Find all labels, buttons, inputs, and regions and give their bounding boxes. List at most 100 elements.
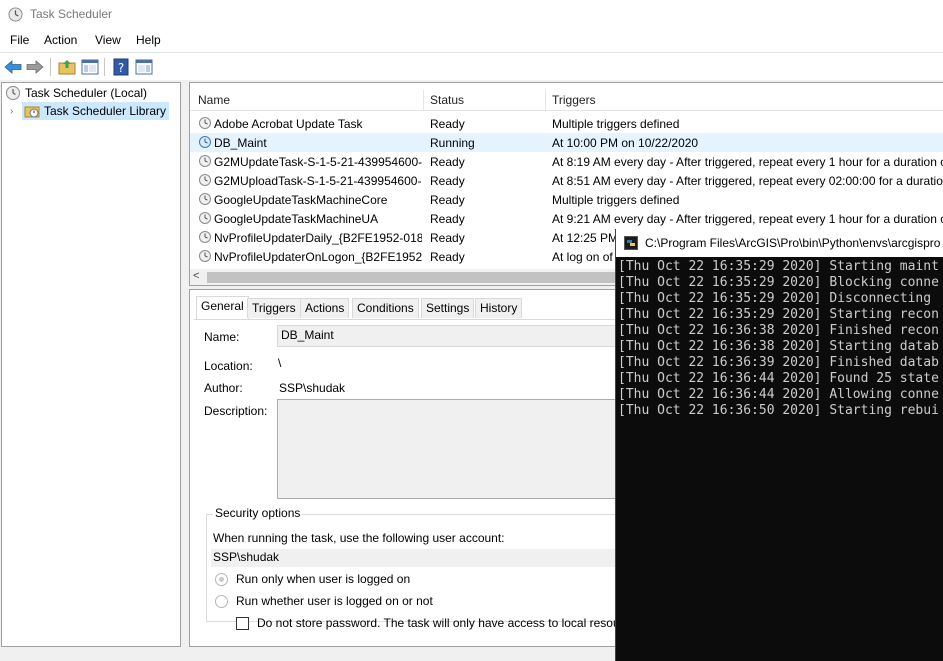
task-status: Ready (430, 212, 465, 226)
menu-bar: File Action View Help (0, 30, 943, 52)
tab-conditions[interactable]: Conditions (352, 298, 419, 318)
back-arrow-icon[interactable] (3, 57, 23, 77)
title-bar: Task Scheduler (0, 0, 943, 30)
svg-text:?: ? (118, 61, 124, 75)
console-title: C:\Program Files\ArcGIS\Pro\bin\Python\e… (645, 236, 941, 250)
tree-item-task-scheduler-local[interactable]: Task Scheduler (Local) (5, 84, 147, 102)
task-triggers: Multiple triggers defined (552, 117, 680, 131)
column-divider[interactable] (545, 90, 546, 111)
task-status: Ready (430, 231, 465, 245)
forward-arrow-icon[interactable] (25, 57, 45, 77)
menu-help[interactable]: Help (136, 33, 161, 47)
menu-file[interactable]: File (10, 33, 29, 47)
task-triggers: At 8:19 AM every day - After triggered, … (552, 155, 943, 169)
task-name: NvProfileUpdaterDaily_{B2FE1952-018... (214, 231, 422, 245)
name-field[interactable]: DB_Maint (277, 325, 617, 347)
security-options-legend: Security options (213, 506, 303, 520)
task-name: DB_Maint (214, 136, 267, 150)
task-scheduler-clock-icon (8, 7, 23, 22)
tree-item-label: Task Scheduler Library (44, 104, 167, 118)
task-clock-icon (199, 250, 211, 262)
console-window[interactable]: C:\Program Files\ArcGIS\Pro\bin\Python\e… (615, 229, 943, 661)
table-row[interactable]: G2MUploadTask-S-1-5-21-439954600-... Rea… (190, 171, 943, 190)
table-row[interactable]: GoogleUpdateTaskMachineUA Ready At 9:21 … (190, 209, 943, 228)
window-title: Task Scheduler (30, 7, 113, 21)
tree-item-label: Task Scheduler (Local) (25, 86, 148, 100)
tab-actions[interactable]: Actions (300, 298, 350, 318)
task-clock-icon (199, 174, 211, 186)
tab-general[interactable]: General (196, 296, 249, 320)
radio-run-only-logged-on-label[interactable]: Run only when user is logged on (236, 572, 410, 586)
toolbar-separator (104, 58, 105, 76)
task-name: G2MUpdateTask-S-1-5-21-439954600-... (214, 155, 422, 169)
menu-view[interactable]: View (95, 33, 121, 47)
location-label: Location: (204, 359, 253, 373)
action-pane-icon[interactable] (134, 57, 154, 77)
console-line: [Thu Oct 22 16:35:29 2020] Disconnecting (618, 291, 932, 306)
toolbar-separator (50, 58, 51, 76)
table-row[interactable]: Adobe Acrobat Update Task Ready Multiple… (190, 114, 943, 133)
task-status: Ready (430, 117, 465, 131)
task-status: Ready (430, 250, 465, 264)
task-clock-icon (199, 231, 211, 243)
toolbar: ? (0, 52, 943, 80)
name-label: Name: (204, 330, 240, 344)
task-clock-icon (199, 193, 211, 205)
status-bar (0, 647, 615, 661)
folder-up-icon[interactable] (57, 57, 77, 77)
column-header-status[interactable]: Status (430, 93, 464, 107)
clock-icon (6, 86, 20, 100)
table-row[interactable]: G2MUpdateTask-S-1-5-21-439954600-... Rea… (190, 152, 943, 171)
console-title-bar[interactable]: C:\Program Files\ArcGIS\Pro\bin\Python\e… (616, 229, 943, 257)
pane-splitter[interactable] (182, 82, 188, 647)
column-header-triggers[interactable]: Triggers (552, 93, 596, 107)
help-icon[interactable]: ? (111, 57, 131, 77)
task-status: Ready (430, 155, 465, 169)
console-line: [Thu Oct 22 16:36:38 2020] Finished reco… (618, 323, 939, 338)
console-line: [Thu Oct 22 16:35:29 2020] Blocking conn… (618, 275, 939, 290)
task-name: Adobe Acrobat Update Task (214, 117, 363, 131)
console-output: [Thu Oct 22 16:35:29 2020] Starting main… (618, 259, 943, 419)
task-status: Running (430, 136, 475, 150)
show-hide-console-tree-icon[interactable] (80, 57, 100, 77)
table-row[interactable]: GoogleUpdateTaskMachineCore Ready Multip… (190, 190, 943, 209)
checkbox-do-not-store-password[interactable] (236, 617, 249, 630)
task-name: GoogleUpdateTaskMachineUA (214, 212, 379, 226)
console-line: [Thu Oct 22 16:36:50 2020] Starting rebu… (618, 403, 939, 418)
task-name: GoogleUpdateTaskMachineCore (214, 193, 388, 207)
task-clock-icon (199, 155, 211, 167)
author-value: SSP\shudak (279, 381, 346, 395)
console-line: [Thu Oct 22 16:36:44 2020] Found 25 stat… (618, 371, 939, 386)
author-label: Author: (204, 381, 243, 395)
task-triggers: Multiple triggers defined (552, 193, 680, 207)
task-clock-icon (199, 212, 211, 224)
table-row-selected[interactable]: DB_Maint Running At 10:00 PM on 10/22/20… (190, 133, 943, 152)
radio-run-whether-logged-on-label[interactable]: Run whether user is logged on or not (236, 594, 433, 608)
tree-item-task-scheduler-library[interactable]: Task Scheduler Library (22, 102, 170, 120)
column-header-name[interactable]: Name (198, 93, 230, 107)
location-value: \ (278, 356, 282, 370)
task-list-header: Name Status Triggers (190, 90, 943, 111)
checkbox-do-not-store-password-label[interactable]: Do not store password. The task will onl… (257, 616, 642, 630)
tab-triggers[interactable]: Triggers (247, 298, 301, 318)
task-running-icon (199, 136, 211, 148)
column-divider[interactable] (423, 90, 424, 111)
chevron-right-icon[interactable]: › (10, 106, 22, 117)
description-field[interactable] (277, 399, 622, 499)
task-name: G2MUploadTask-S-1-5-21-439954600-... (214, 174, 422, 188)
tab-history[interactable]: History (475, 298, 523, 318)
scroll-left-icon[interactable]: < (193, 270, 199, 282)
radio-run-only-logged-on[interactable] (215, 573, 228, 586)
console-line: [Thu Oct 22 16:36:39 2020] Finished data… (618, 355, 939, 370)
task-triggers: At 9:21 AM every day - After triggered, … (552, 212, 943, 226)
tab-settings[interactable]: Settings (421, 298, 475, 318)
console-line: [Thu Oct 22 16:35:29 2020] Starting main… (618, 259, 939, 274)
python-console-icon (624, 236, 638, 250)
console-line: [Thu Oct 22 16:35:29 2020] Starting reco… (618, 307, 939, 322)
account-prompt: When running the task, use the following… (213, 531, 505, 545)
task-status: Ready (430, 193, 465, 207)
task-clock-icon (199, 117, 211, 129)
task-triggers: At 8:51 AM every day - After triggered, … (552, 174, 943, 188)
radio-run-whether-logged-on[interactable] (215, 595, 228, 608)
menu-action[interactable]: Action (44, 33, 77, 47)
